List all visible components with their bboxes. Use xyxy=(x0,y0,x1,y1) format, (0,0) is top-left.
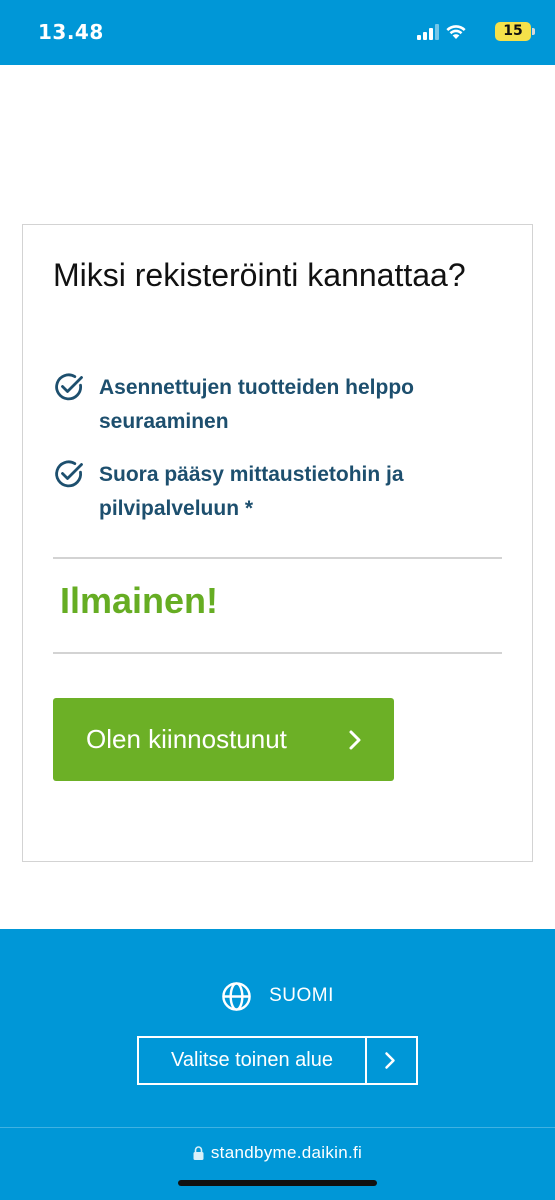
battery-nub xyxy=(532,28,535,35)
battery-level: 15 xyxy=(503,23,523,39)
signal-icon xyxy=(417,24,439,40)
lock-icon xyxy=(193,1146,204,1160)
interested-button-label: Olen kiinnostunut xyxy=(86,724,287,754)
home-indicator[interactable] xyxy=(178,1180,377,1186)
benefit-text: Asennettujen tuotteiden helppo seuraamin… xyxy=(99,376,414,433)
choose-region-label: Valitse toinen alue xyxy=(171,1049,333,1071)
language-indicator[interactable]: SUOMI xyxy=(0,979,555,1013)
chevron-right-icon xyxy=(349,730,361,750)
region-button-separator xyxy=(365,1038,367,1083)
benefit-item: Suora pääsy mittaustietohin ja pilvipalv… xyxy=(53,458,493,526)
status-bar: 13.48 15 xyxy=(0,0,555,65)
divider xyxy=(53,652,502,654)
globe-icon xyxy=(222,981,251,1011)
battery-icon: 15 xyxy=(495,22,535,41)
choose-region-button[interactable]: Valitse toinen alue xyxy=(137,1036,418,1085)
status-time: 13.48 xyxy=(38,20,104,44)
divider xyxy=(53,557,502,559)
address-bar[interactable]: standbyme.daikin.fi xyxy=(0,1143,555,1163)
benefit-text: Suora pääsy mittaustietohin ja pilvipalv… xyxy=(99,463,404,520)
interested-button[interactable]: Olen kiinnostunut xyxy=(53,698,394,781)
chevron-right-icon xyxy=(385,1052,395,1069)
footer: SUOMI Valitse toinen alue standbyme.daik… xyxy=(0,929,555,1200)
benefit-item: Asennettujen tuotteiden helppo seuraamin… xyxy=(53,371,493,439)
language-label: SUOMI xyxy=(269,985,334,1006)
free-label: Ilmainen! xyxy=(60,580,219,621)
card-title: Miksi rekisteröinti kannattaa? xyxy=(53,257,466,293)
check-circle-icon xyxy=(55,373,83,401)
footer-divider xyxy=(0,1127,555,1128)
wifi-icon xyxy=(446,25,466,39)
registration-card: Miksi rekisteröinti kannattaa? Asennettu… xyxy=(22,224,533,862)
check-circle-icon xyxy=(55,460,83,488)
url-text: standbyme.daikin.fi xyxy=(210,1143,363,1162)
status-icons: 15 xyxy=(411,22,535,44)
